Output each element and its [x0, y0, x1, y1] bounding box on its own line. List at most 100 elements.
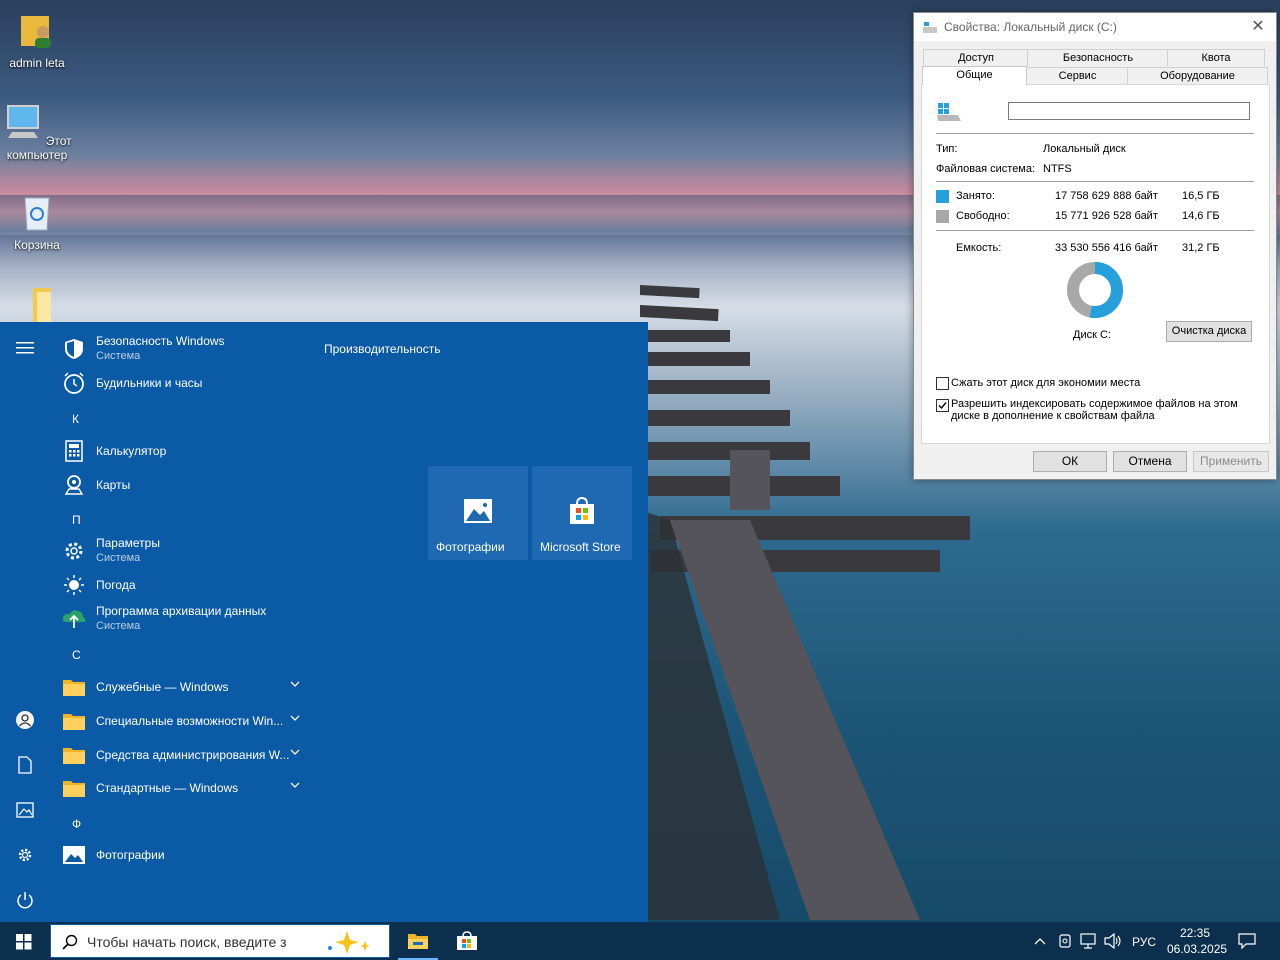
taskbar: Чтобы начать поиск, введите з РУС 22:35 …	[0, 922, 1280, 960]
taskbar-file-explorer[interactable]	[398, 922, 438, 960]
sun-icon	[62, 573, 86, 597]
free-bytes: 15 771 926 528 байт	[1055, 210, 1158, 222]
desktop-icon-recycle-bin[interactable]: Корзина	[0, 192, 74, 252]
desktop-icon-label: admin leta	[9, 56, 65, 70]
section-letter[interactable]: К	[72, 412, 79, 426]
checkmark-icon	[938, 402, 947, 410]
hamburger-button[interactable]	[13, 336, 37, 360]
app-alarms-clock[interactable]: Будильники и часы	[62, 368, 302, 398]
capacity-label: Емкость:	[956, 242, 1002, 254]
search-placeholder: Чтобы начать поиск, введите з	[87, 934, 287, 950]
free-swatch	[936, 210, 949, 223]
compress-checkbox[interactable]	[936, 377, 949, 390]
volume-name-input[interactable]	[1008, 102, 1250, 120]
app-name: Фотографии	[96, 847, 165, 862]
dialog-titlebar[interactable]: Свойства: Локальный диск (C:) ✕	[914, 13, 1276, 41]
app-name: Программа архивации данных	[96, 604, 267, 618]
free-size: 14,6 ГБ	[1182, 210, 1220, 222]
index-label-line1: Разрешить индексировать содержимое файло…	[951, 398, 1238, 410]
desktop-icon-label: Корзина	[14, 238, 60, 252]
tab-quota[interactable]: Квота	[1167, 49, 1265, 66]
tab-service[interactable]: Сервис	[1026, 67, 1129, 84]
clock-date[interactable]: 06.03.2025	[1167, 942, 1227, 956]
taskbar-store[interactable]	[447, 922, 487, 960]
usb-icon[interactable]	[1057, 933, 1073, 949]
app-folder-system-tools[interactable]: Служебные — Windows	[62, 672, 302, 702]
app-photos[interactable]: Фотографии	[62, 840, 302, 870]
start-button[interactable]	[0, 922, 50, 960]
search-box[interactable]: Чтобы начать поиск, введите з	[50, 924, 390, 958]
computer-icon	[7, 105, 40, 138]
pictures-button[interactable]	[13, 798, 37, 822]
app-name: Параметры	[96, 536, 160, 550]
power-button[interactable]	[13, 888, 37, 912]
app-name: Средства администрирования W...	[96, 747, 290, 762]
used-bytes: 17 758 629 888 байт	[1055, 190, 1158, 202]
volume-icon[interactable]	[1104, 933, 1122, 949]
tile-group-title[interactable]: Производительность	[324, 342, 440, 356]
divider	[936, 181, 1254, 182]
tab-general[interactable]: Общие	[922, 66, 1027, 85]
app-name: Калькулятор	[96, 443, 167, 458]
app-weather[interactable]: Погода	[62, 570, 302, 600]
app-folder-accessories[interactable]: Стандартные — Windows	[62, 773, 302, 803]
tile-label: Фотографии	[436, 540, 505, 554]
store-icon	[570, 496, 594, 524]
close-icon[interactable]: ✕	[1248, 17, 1268, 37]
drive-icon	[923, 22, 937, 33]
disk-cleanup-button[interactable]: Очистка диска	[1166, 321, 1252, 342]
index-label-line2: диске в дополнение к свойствам файла	[951, 410, 1155, 422]
app-folder-accessibility[interactable]: Специальные возможности Win...	[62, 706, 302, 736]
app-settings[interactable]: Параметры Система	[62, 536, 302, 566]
store-icon	[457, 931, 477, 950]
app-name: Карты	[96, 477, 131, 492]
power-icon	[17, 892, 33, 909]
hamburger-icon	[16, 342, 34, 354]
chevron-down-icon[interactable]	[290, 748, 300, 756]
network-icon[interactable]	[1080, 933, 1098, 949]
desktop-icon-this-pc[interactable]: Этот компьютер	[0, 102, 74, 162]
app-list: Безопасность Windows Система Будильники и…	[50, 322, 310, 922]
photos-icon	[62, 843, 86, 867]
gear-icon	[18, 848, 32, 862]
notification-icon[interactable]	[1238, 933, 1256, 949]
chevron-up-icon[interactable]	[1034, 936, 1046, 946]
app-backup[interactable]: Программа архивации данных Система	[62, 604, 302, 634]
documents-button[interactable]	[13, 753, 37, 777]
type-value: Локальный диск	[1043, 143, 1126, 155]
section-letter[interactable]: Ф	[72, 817, 81, 831]
settings-button[interactable]	[13, 843, 37, 867]
drive-icon	[937, 103, 961, 121]
tab-hardware[interactable]: Оборудование	[1127, 67, 1268, 84]
tile-photos[interactable]: Фотографии	[428, 466, 528, 560]
app-folder-admin-tools[interactable]: Средства администрирования W...	[62, 740, 302, 770]
divider	[936, 133, 1254, 134]
ok-button[interactable]: ОК	[1033, 451, 1107, 472]
desktop-icon-user-folder[interactable]: admin leta	[0, 10, 74, 70]
used-label: Занято:	[956, 190, 995, 202]
shield-icon	[62, 337, 86, 361]
user-folder-icon	[21, 16, 51, 48]
account-button[interactable]	[13, 708, 37, 732]
section-letter[interactable]: П	[72, 513, 81, 527]
chevron-down-icon[interactable]	[290, 781, 300, 789]
app-sub: Система	[96, 350, 141, 362]
chevron-down-icon[interactable]	[290, 680, 300, 688]
chevron-down-icon[interactable]	[290, 714, 300, 722]
tile-microsoft-store[interactable]: Microsoft Store	[532, 466, 632, 560]
app-windows-security[interactable]: Безопасность Windows Система	[62, 334, 302, 364]
start-menu: Безопасность Windows Система Будильники и…	[0, 322, 648, 922]
section-letter[interactable]: С	[72, 648, 81, 662]
apply-button[interactable]: Применить	[1193, 451, 1269, 472]
index-checkbox[interactable]	[936, 399, 949, 412]
language-indicator[interactable]: РУС	[1132, 935, 1156, 949]
app-name: Стандартные — Windows	[96, 780, 239, 795]
disk-usage-donut	[1067, 262, 1123, 318]
app-calculator[interactable]: Калькулятор	[62, 436, 302, 466]
clock-time[interactable]: 22:35	[1180, 926, 1210, 940]
tab-access[interactable]: Доступ	[923, 49, 1029, 66]
cancel-button[interactable]: Отмена	[1113, 451, 1187, 472]
app-maps[interactable]: Карты	[62, 470, 302, 500]
capacity-size: 31,2 ГБ	[1182, 242, 1220, 254]
tab-security[interactable]: Безопасность	[1027, 49, 1169, 66]
